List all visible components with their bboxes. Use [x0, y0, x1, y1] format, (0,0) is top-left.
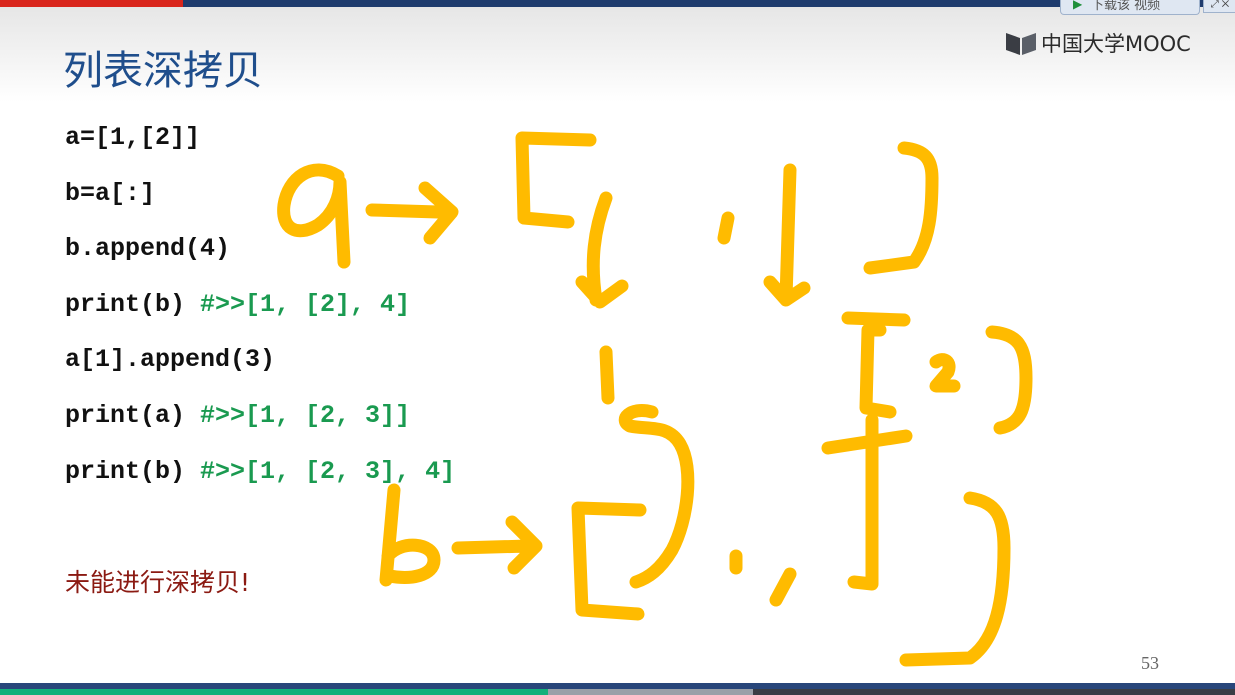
ink-comma-dot-1	[717, 211, 735, 245]
ink-arrow-down-1	[575, 191, 629, 309]
bottom-accent-dark	[753, 689, 1235, 695]
ink-letter-a	[277, 163, 351, 269]
ink-bracket-open-2	[859, 323, 897, 419]
ink-letter-b	[379, 483, 441, 587]
ink-tick-1	[599, 345, 615, 405]
bottom-accent-green	[0, 689, 548, 695]
ink-arrow-b	[451, 515, 543, 575]
ink-bracket-close-2	[985, 325, 1033, 435]
ink-bracket-close-1	[863, 141, 939, 275]
ink-bracket-close-3	[899, 491, 1011, 667]
bottom-accent-bar	[0, 683, 1235, 695]
ink-bar-top	[841, 311, 911, 327]
ink-digit-3	[618, 404, 695, 589]
bottom-accent-gray	[548, 689, 753, 695]
ink-comma-2	[769, 567, 797, 607]
ink-arrow-down-2	[763, 163, 811, 307]
ink-digit-2	[929, 353, 961, 393]
ink-bracket-open-3	[571, 501, 647, 621]
handwritten-annotation-layer	[277, 131, 1033, 667]
ink-bracket-open-1	[515, 131, 597, 229]
ink-arrow-a	[365, 181, 459, 245]
page-number: 53	[1141, 653, 1159, 673]
ink-cross-stroke	[821, 413, 913, 591]
